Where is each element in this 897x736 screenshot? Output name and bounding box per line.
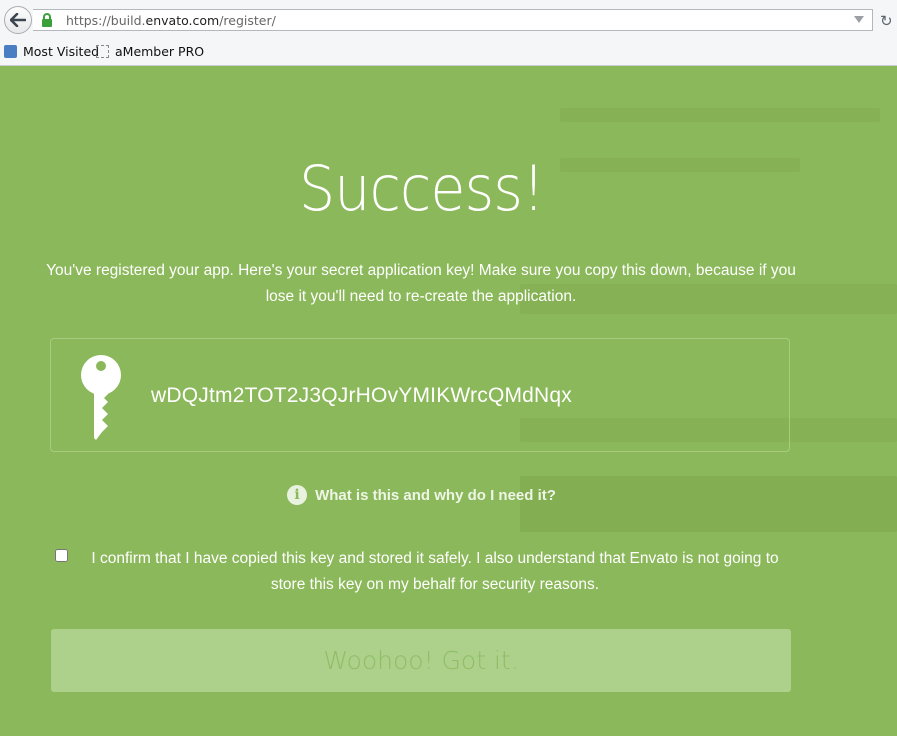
bookmark-most-visited[interactable]: Most Visited xyxy=(4,44,99,59)
most-visited-icon xyxy=(4,45,17,58)
address-bar[interactable]: https://build.envato.com/register/ xyxy=(33,9,873,31)
back-arrow-icon xyxy=(10,13,26,27)
info-link-row[interactable]: i What is this and why do I need it? xyxy=(0,485,843,505)
confirm-checkbox[interactable] xyxy=(55,549,68,562)
url-path: /register/ xyxy=(219,13,276,28)
navigation-bar: https://build.envato.com/register/ ↻ xyxy=(0,6,897,34)
page-title: Success! xyxy=(298,152,545,225)
reload-icon[interactable]: ↻ xyxy=(880,12,893,30)
url-host: envato.com xyxy=(145,13,220,28)
info-link[interactable]: What is this and why do I need it? xyxy=(315,487,556,504)
url-text: https://build.envato.com/register/ xyxy=(66,13,276,28)
back-button[interactable] xyxy=(4,6,32,34)
url-dropdown-icon[interactable] xyxy=(854,16,864,23)
page-icon xyxy=(96,45,109,58)
api-key-value[interactable]: wDQJtm2TOT2J3QJrHOvYMIKWrcQMdNqx xyxy=(151,384,572,408)
confirm-label[interactable]: I confirm that I have copied this key an… xyxy=(75,546,795,598)
bookmarks-toolbar: Most Visited aMember PRO xyxy=(0,42,897,62)
bookmark-label: aMember PRO xyxy=(115,44,205,59)
api-key-box: wDQJtm2TOT2J3QJrHOvYMIKWrcQMdNqx xyxy=(50,338,790,452)
info-icon: i xyxy=(287,485,308,505)
bookmark-label: Most Visited xyxy=(23,44,100,59)
background-ghost-line xyxy=(560,108,880,122)
page-content: Success! You've registered your app. Her… xyxy=(0,66,897,736)
key-icon xyxy=(81,355,121,440)
success-description: You've registered your app. Here's your … xyxy=(46,262,796,305)
url-prefix: https://build. xyxy=(66,13,146,28)
got-it-button[interactable]: Woohoo! Got it. xyxy=(51,629,791,692)
browser-chrome: https://build.envato.com/register/ ↻ Mos… xyxy=(0,0,897,66)
bookmark-amember-pro[interactable]: aMember PRO xyxy=(96,44,204,59)
lock-icon xyxy=(42,13,52,27)
